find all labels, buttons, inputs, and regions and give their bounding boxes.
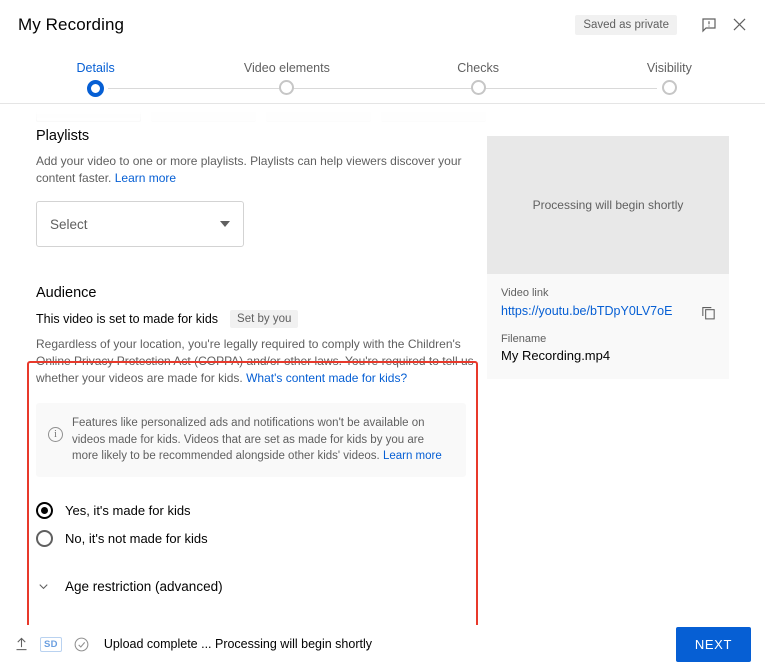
step-label: Video elements — [243, 61, 330, 75]
audience-state-text: This video is set to made for kids — [36, 312, 219, 326]
playlists-description-text: Add your video to one or more playlists.… — [36, 154, 462, 185]
ghost-thumbnail — [36, 104, 141, 122]
step-label: Visibility — [646, 61, 692, 75]
details-form: Playlists Add your video to one or more … — [36, 128, 480, 625]
chevron-down-icon — [36, 579, 51, 594]
step-dot-visibility[interactable] — [661, 80, 677, 95]
scrolled-content-fade — [0, 104, 765, 126]
scroll-region[interactable]: Playlists Add your video to one or more … — [0, 104, 765, 625]
made-for-kids-help-link[interactable]: What's content made for kids? — [246, 371, 407, 385]
chevron-down-icon — [220, 221, 230, 227]
step-checks[interactable]: Checks — [383, 59, 574, 77]
playlists-section: Playlists Add your video to one or more … — [36, 128, 480, 247]
filename-block: Filename My Recording.mp4 — [501, 333, 715, 363]
radio-label-no: No, it's not made for kids — [65, 531, 208, 546]
step-dot-checks[interactable] — [470, 80, 486, 95]
video-link-label: Video link — [501, 287, 549, 299]
video-thumbnail: Processing will begin shortly — [487, 136, 729, 274]
step-dot-details[interactable] — [87, 80, 105, 97]
upload-status-text: Upload complete ... Processing will begi… — [103, 637, 372, 651]
upload-details-dialog: My Recording Saved as private Details Vi… — [0, 0, 765, 670]
dialog-body: Playlists Add your video to one or more … — [0, 104, 765, 625]
copy-icon[interactable] — [696, 300, 720, 324]
info-box-learn-more-link[interactable]: Learn more — [383, 450, 442, 462]
stepper-labels: Details Video elements Checks Visibility — [0, 59, 765, 77]
age-restriction-toggle[interactable]: Age restriction (advanced) — [36, 579, 480, 594]
video-preview-panel: Processing will begin shortly Video link… — [487, 136, 729, 379]
step-label: Details — [76, 61, 115, 75]
filename-value: My Recording.mp4 — [501, 348, 611, 363]
playlist-select[interactable]: Select — [36, 201, 244, 247]
step-dot-video-elements[interactable] — [279, 80, 295, 95]
radio-button-yes[interactable] — [36, 502, 53, 519]
ghost-thumbnail — [266, 104, 371, 122]
made-for-kids-info-box: i Features like personalized ads and not… — [36, 403, 466, 477]
playlist-select-value: Select — [50, 216, 88, 232]
page-title: My Recording — [18, 14, 125, 34]
feedback-icon[interactable] — [697, 13, 721, 37]
step-visibility[interactable]: Visibility — [574, 59, 765, 77]
info-icon: i — [48, 427, 63, 442]
stepper-dots — [0, 80, 765, 97]
playlists-title: Playlists — [36, 128, 90, 144]
check-circle-icon — [73, 636, 90, 653]
set-by-you-badge: Set by you — [230, 310, 299, 328]
thumbnail-status-text: Processing will begin shortly — [532, 198, 684, 212]
video-link[interactable]: https://youtu.be/bTDpY0LV7oE — [501, 304, 672, 318]
info-box-text: Features like personalized ads and notif… — [72, 417, 425, 462]
status-badge: Saved as private — [575, 14, 677, 35]
info-box-text-wrap: Features like personalized ads and notif… — [72, 415, 452, 465]
playlists-learn-more-link[interactable]: Learn more — [115, 171, 176, 185]
radio-label-yes: Yes, it's made for kids — [65, 503, 191, 518]
audience-title: Audience — [36, 285, 97, 301]
filename-label: Filename — [501, 333, 547, 345]
quality-badge: SD — [40, 636, 62, 652]
ghost-thumbnail — [381, 104, 486, 122]
upload-stepper: Details Video elements Checks Visibility — [0, 49, 765, 103]
audience-description: Regardless of your location, you're lega… — [36, 336, 480, 387]
upload-status-icons: SD — [14, 636, 90, 653]
ghost-thumbnail — [151, 104, 256, 122]
radio-option-no[interactable]: No, it's not made for kids — [36, 525, 480, 553]
audience-state: This video is set to made for kids Set b… — [36, 310, 480, 328]
made-for-kids-radio-group: Yes, it's made for kids No, it's not mad… — [36, 497, 480, 553]
radio-option-yes[interactable]: Yes, it's made for kids — [36, 497, 480, 525]
playlists-description: Add your video to one or more playlists.… — [36, 153, 480, 187]
dialog-header: My Recording Saved as private — [0, 0, 765, 49]
next-button[interactable]: NEXT — [675, 626, 751, 662]
dialog-footer: SD Upload complete ... Processing will b… — [0, 618, 765, 670]
step-details[interactable]: Details — [0, 59, 191, 77]
upload-icon — [14, 636, 29, 652]
age-restriction-label: Age restriction (advanced) — [65, 578, 223, 594]
audience-section: Audience This video is set to made for k… — [36, 285, 480, 625]
radio-button-no[interactable] — [36, 530, 53, 547]
step-label: Checks — [457, 61, 499, 75]
step-video-elements[interactable]: Video elements — [191, 59, 382, 77]
video-link-block: Video link https://youtu.be/bTDpY0LV7oE — [501, 287, 715, 320]
close-icon[interactable] — [727, 13, 751, 37]
video-meta-panel: Video link https://youtu.be/bTDpY0LV7oE … — [487, 274, 729, 379]
